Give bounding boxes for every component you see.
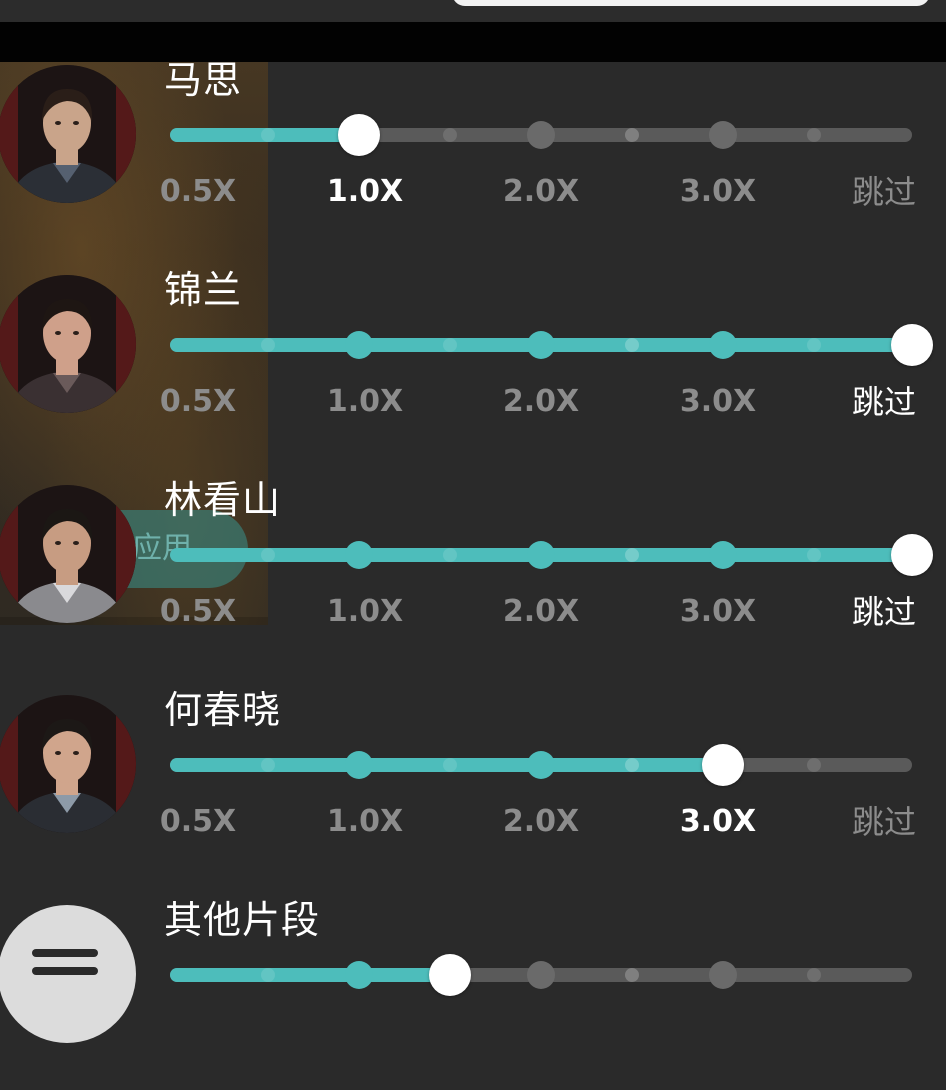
- slider-minor-tick: [261, 548, 275, 562]
- slider-handle[interactable]: [338, 114, 380, 156]
- slider-minor-tick: [443, 758, 457, 772]
- slider-minor-tick: [807, 758, 821, 772]
- speed-row: 林看山 0.5X 1.0X 2.0X 3.0X 跳过: [0, 460, 946, 670]
- slider-minor-tick: [261, 758, 275, 772]
- tick-label-skip[interactable]: 跳过: [852, 174, 916, 210]
- speed-slider[interactable]: [170, 954, 912, 996]
- tick-label-speed[interactable]: 1.0X: [327, 594, 403, 630]
- menu-button[interactable]: [0, 905, 136, 1043]
- slider-stop[interactable]: [709, 331, 737, 359]
- slider-minor-tick: [807, 968, 821, 982]
- tick-label-skip[interactable]: 跳过: [852, 804, 916, 840]
- slider-handle[interactable]: [702, 744, 744, 786]
- speed-row: 锦兰 0.5X 1.0X 2.0X 3.0X 跳过: [0, 250, 946, 460]
- slider-stop[interactable]: [345, 331, 373, 359]
- slider-handle[interactable]: [891, 534, 933, 576]
- character-name: 马思: [164, 58, 243, 102]
- tick-label-speed[interactable]: 3.0X: [680, 804, 756, 840]
- slider-stop[interactable]: [345, 751, 373, 779]
- slider-stop[interactable]: [345, 961, 373, 989]
- slider-stop[interactable]: [527, 541, 555, 569]
- character-avatar: [0, 65, 136, 203]
- slider-minor-tick: [625, 548, 639, 562]
- character-name: 其他片段: [164, 898, 321, 942]
- slider-minor-tick: [625, 758, 639, 772]
- slider-stop[interactable]: [527, 751, 555, 779]
- slider-minor-tick: [807, 338, 821, 352]
- tick-label-speed[interactable]: 0.5X: [160, 174, 236, 210]
- slider-minor-tick: [261, 338, 275, 352]
- tick-label-speed[interactable]: 3.0X: [680, 594, 756, 630]
- slider-stop[interactable]: [709, 961, 737, 989]
- speed-row: 其他片段: [0, 880, 946, 1090]
- speed-slider[interactable]: [170, 534, 933, 576]
- tick-label-speed[interactable]: 3.0X: [680, 384, 756, 420]
- slider-stop[interactable]: [527, 121, 555, 149]
- slider-minor-tick: [443, 128, 457, 142]
- slider-fill: [170, 968, 450, 982]
- slider-minor-tick: [261, 128, 275, 142]
- character-name: 锦兰: [164, 268, 243, 312]
- slider-stop[interactable]: [709, 541, 737, 569]
- speed-row: 马思 0.5X 1.0X 2.0X 3.0X 跳过: [0, 40, 946, 250]
- tick-label-skip[interactable]: 跳过: [852, 594, 916, 630]
- menu-lines-icon: [32, 949, 98, 957]
- slider-minor-tick: [625, 338, 639, 352]
- slider-stop[interactable]: [527, 961, 555, 989]
- character-avatar: [0, 275, 136, 413]
- slider-stop[interactable]: [709, 121, 737, 149]
- slider-handle[interactable]: [429, 954, 471, 996]
- tick-label-speed[interactable]: 0.5X: [160, 804, 236, 840]
- slider-stop[interactable]: [345, 541, 373, 569]
- tick-label-speed[interactable]: 3.0X: [680, 174, 756, 210]
- slider-minor-tick: [443, 338, 457, 352]
- slider-minor-tick: [625, 128, 639, 142]
- tick-label-skip[interactable]: 跳过: [852, 384, 916, 420]
- character-avatar: [0, 695, 136, 833]
- tick-label-speed[interactable]: 2.0X: [503, 384, 579, 420]
- tick-label-speed[interactable]: 2.0X: [503, 594, 579, 630]
- slider-minor-tick: [443, 548, 457, 562]
- tick-label-speed[interactable]: 2.0X: [503, 174, 579, 210]
- tick-label-speed[interactable]: 1.0X: [327, 384, 403, 420]
- tick-label-speed[interactable]: 0.5X: [160, 384, 236, 420]
- tick-label-speed[interactable]: 2.0X: [503, 804, 579, 840]
- slider-minor-tick: [807, 548, 821, 562]
- slider-minor-tick: [807, 128, 821, 142]
- slider-minor-tick: [625, 968, 639, 982]
- top-search-pill[interactable]: [452, 0, 930, 6]
- speed-row: 何春晓 0.5X 1.0X 2.0X 3.0X 跳过: [0, 670, 946, 880]
- tick-label-speed[interactable]: 1.0X: [327, 804, 403, 840]
- speed-slider[interactable]: [170, 114, 912, 156]
- character-name: 林看山: [164, 478, 282, 522]
- slider-minor-tick: [261, 968, 275, 982]
- slider-stop[interactable]: [527, 331, 555, 359]
- speed-slider[interactable]: [170, 744, 912, 786]
- slider-handle[interactable]: [891, 324, 933, 366]
- tick-label-speed[interactable]: 1.0X: [327, 174, 403, 210]
- character-name: 何春晓: [164, 688, 282, 732]
- character-avatar: [0, 485, 136, 623]
- tick-label-speed[interactable]: 0.5X: [160, 594, 236, 630]
- speed-slider[interactable]: [170, 324, 933, 366]
